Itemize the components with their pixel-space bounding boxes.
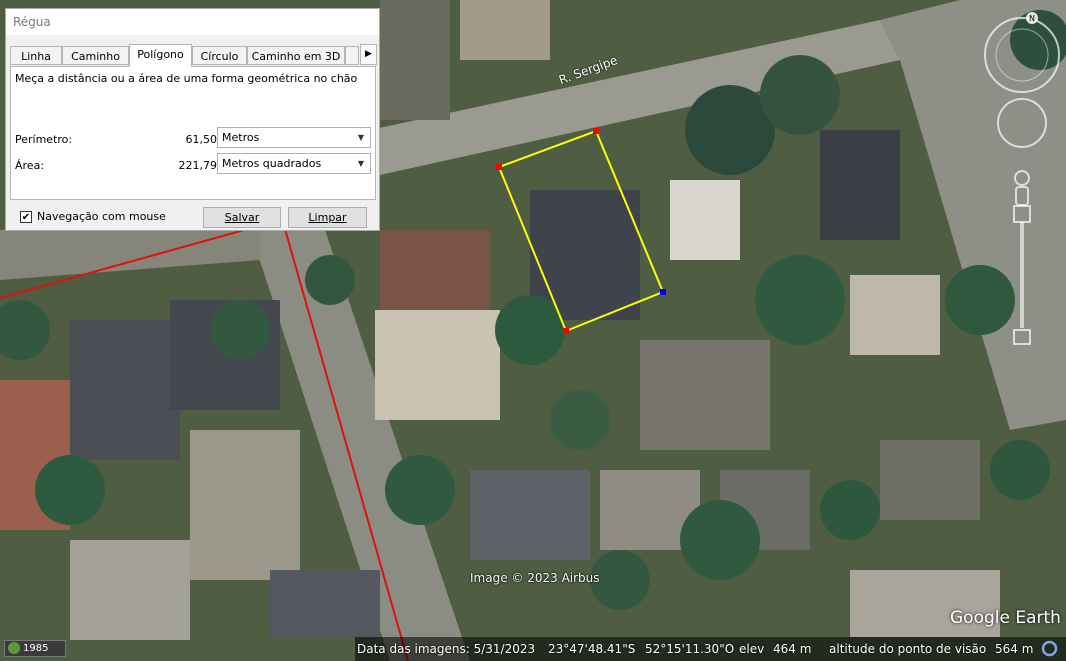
chevron-right-icon: ▶ xyxy=(365,49,372,59)
eye-altitude-value: 564 m xyxy=(995,642,1034,656)
image-copyright: Image © 2023 Airbus xyxy=(470,571,600,585)
polygon-vertex[interactable] xyxy=(593,128,599,134)
image-date: Data das imagens: 5/31/2023 xyxy=(357,642,536,656)
elevation-label: elev xyxy=(739,642,765,656)
tab-3d-path[interactable]: Caminho em 3D xyxy=(247,46,345,65)
elevation-value: 464 m xyxy=(773,642,812,656)
area-unit-value: Metros quadrados xyxy=(222,157,322,170)
latitude-readout: 23°47'48.41"S xyxy=(548,642,636,656)
dialog-title: Régua xyxy=(6,9,379,35)
mouse-navigation-label: Navegação com mouse xyxy=(37,210,166,223)
ruler-dialog: Régua Linha Caminho Polígono Círculo Cam… xyxy=(5,8,380,231)
check-icon: ✔ xyxy=(21,212,31,223)
save-button[interactable]: Salvar xyxy=(203,207,281,228)
tab-path[interactable]: Caminho xyxy=(62,46,129,65)
polygon-vertex-selected[interactable] xyxy=(660,289,666,295)
mouse-navigation-checkbox[interactable]: ✔ xyxy=(20,211,32,223)
tab-circle[interactable]: Círculo xyxy=(192,46,247,65)
perimeter-value: 61,50 xyxy=(185,133,218,146)
tab-polygon[interactable]: Polígono xyxy=(129,44,192,67)
historical-year: 1985 xyxy=(23,643,49,654)
polygon-vertex[interactable] xyxy=(496,164,502,170)
area-value: 221,79 xyxy=(178,159,218,172)
tab-scroll-right-button[interactable]: ▶ xyxy=(360,44,377,65)
status-bar: Data das imagens: 5/31/2023 23°47'48.41"… xyxy=(0,637,1066,661)
loading-indicator-icon xyxy=(1041,640,1058,657)
tab-overflow[interactable] xyxy=(345,46,359,65)
chevron-down-icon: ▼ xyxy=(357,133,364,142)
panel-description: Meça a distância ou a área de uma forma … xyxy=(15,72,358,85)
eye-altitude-label: altitude do ponto de visão xyxy=(829,642,987,656)
longitude-readout: 52°15'11.30"O xyxy=(645,642,735,656)
perimeter-unit-select[interactable]: Metros ▼ xyxy=(217,127,371,148)
polygon-panel: Meça a distância ou a área de uma forma … xyxy=(10,66,376,200)
svg-text:N: N xyxy=(1029,14,1035,23)
google-earth-logo: Google Earth xyxy=(950,608,1061,628)
clear-button[interactable]: Limpar xyxy=(288,207,367,228)
clock-icon xyxy=(8,642,20,654)
perimeter-unit-value: Metros xyxy=(222,131,260,144)
area-unit-select[interactable]: Metros quadrados ▼ xyxy=(217,153,371,174)
polygon-vertex[interactable] xyxy=(563,328,569,334)
tab-bar: Linha Caminho Polígono Círculo Caminho e… xyxy=(10,44,359,67)
historical-imagery-button[interactable]: 1985 xyxy=(4,640,66,657)
chevron-down-icon: ▼ xyxy=(357,159,364,168)
area-label: Área: xyxy=(15,159,45,172)
tab-line[interactable]: Linha xyxy=(10,46,62,65)
perimeter-label: Perímetro: xyxy=(15,133,73,146)
